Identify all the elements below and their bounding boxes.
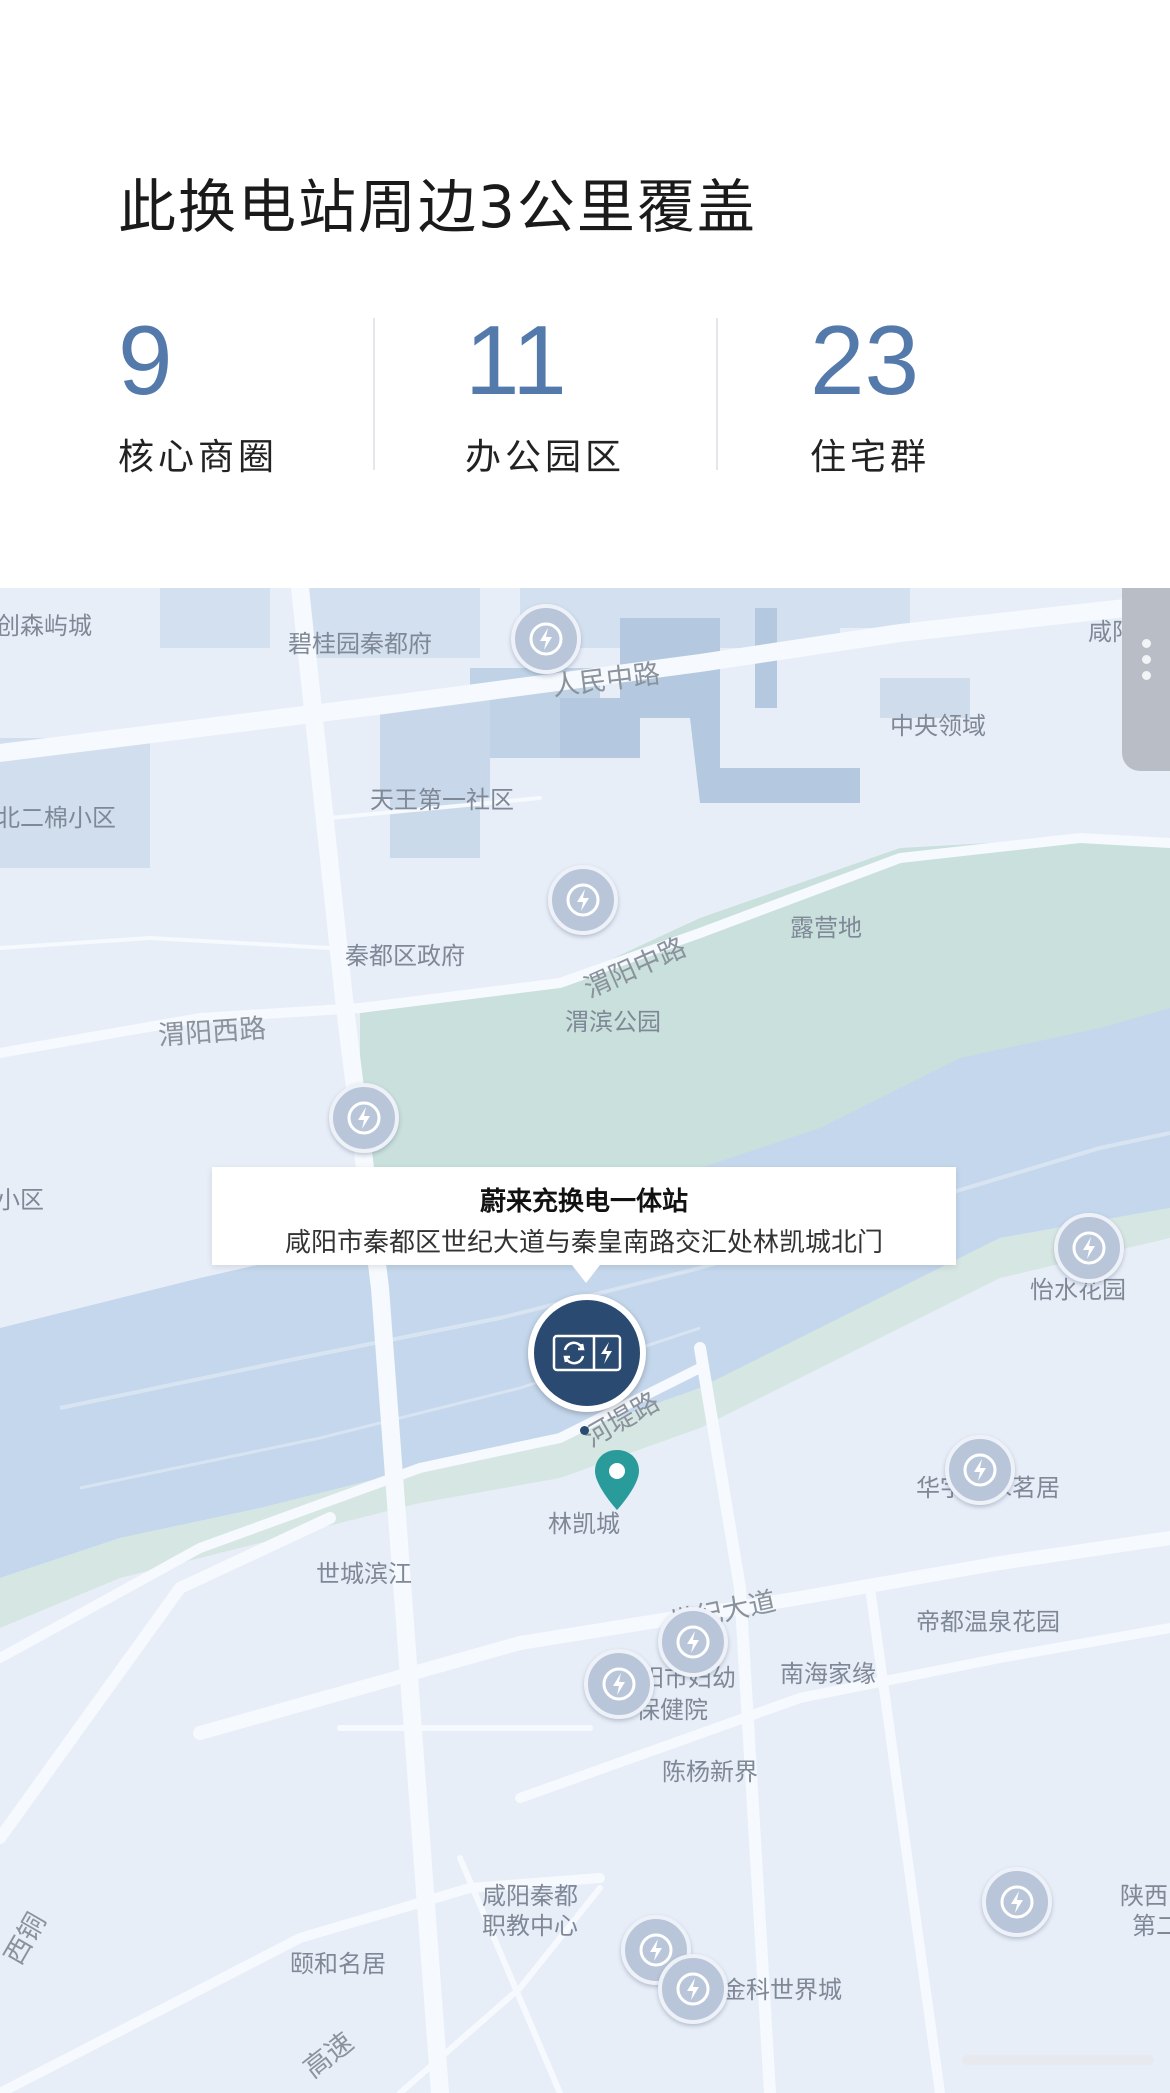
place-label: 中央领域 bbox=[890, 712, 986, 740]
location-pin-icon bbox=[595, 1450, 639, 1510]
battery-swap-icon[interactable] bbox=[528, 1294, 646, 1412]
place-label: 帝都温泉花园 bbox=[916, 1608, 1060, 1636]
road-label: 渭阳西路 bbox=[157, 1013, 268, 1052]
stat-label: 核心商圈 bbox=[118, 437, 279, 478]
stat-divider bbox=[373, 318, 375, 470]
charging-station-icon[interactable] bbox=[658, 1607, 728, 1677]
place-label: 第二 bbox=[1132, 1912, 1170, 1940]
more-vertical-icon[interactable] bbox=[1122, 588, 1170, 771]
stat-business-districts: 9 核心商圈 bbox=[118, 310, 278, 480]
charging-station-icon[interactable] bbox=[982, 1867, 1052, 1937]
place-label: 世城滨江 bbox=[316, 1560, 412, 1588]
stat-divider bbox=[716, 318, 718, 470]
charging-station-icon[interactable] bbox=[548, 865, 618, 935]
place-label: 南海家缘 bbox=[780, 1660, 876, 1688]
charging-station-icon[interactable] bbox=[584, 1649, 654, 1719]
charging-station-icon[interactable] bbox=[658, 1954, 728, 2024]
stat-label: 住宅群 bbox=[810, 437, 931, 478]
place-label: 小区 bbox=[0, 1186, 44, 1214]
stat-office-parks: 11 办公园区 bbox=[465, 310, 625, 480]
place-label: 秦都区政府 bbox=[345, 942, 465, 970]
station-popup[interactable]: 蔚来充换电一体站 咸阳市秦都区世纪大道与秦皇南路交汇处林凯城北门 bbox=[212, 1167, 956, 1283]
place-label: 碧桂园秦都府 bbox=[288, 630, 432, 658]
place-label: 露营地 bbox=[790, 914, 862, 942]
location-dot bbox=[580, 1426, 589, 1435]
charging-station-icon[interactable] bbox=[511, 604, 581, 674]
place-label: 创森屿城 bbox=[0, 612, 92, 640]
charging-station-icon[interactable] bbox=[945, 1435, 1015, 1505]
charging-station-icon[interactable] bbox=[1054, 1213, 1124, 1283]
charging-station-icon[interactable] bbox=[329, 1083, 399, 1153]
place-label: 陈杨新界 bbox=[662, 1758, 758, 1786]
page-title: 此换电站周边3公里覆盖 bbox=[118, 173, 757, 241]
coverage-header: 此换电站周边3公里覆盖 9 核心商圈 11 办公园区 23 住宅群 bbox=[0, 0, 1170, 588]
place-label: 天王第一社区 bbox=[370, 786, 514, 814]
place-label: 北二棉小区 bbox=[0, 804, 116, 832]
place-label: 渭滨公园 bbox=[565, 1008, 661, 1036]
place-label: 颐和名居 bbox=[290, 1950, 386, 1978]
place-label: 金科世界城 bbox=[722, 1976, 842, 2004]
stat-label: 办公园区 bbox=[465, 437, 626, 478]
stat-value: 9 bbox=[118, 305, 173, 415]
stat-value: 23 bbox=[810, 305, 920, 415]
home-indicator bbox=[962, 2055, 1154, 2065]
stat-value: 11 bbox=[465, 305, 567, 415]
place-label: 职教中心 bbox=[482, 1912, 578, 1940]
station-name: 蔚来充换电一体站 bbox=[479, 1187, 688, 1217]
station-address: 咸阳市秦都区世纪大道与秦皇南路交汇处林凯城北门 bbox=[284, 1228, 883, 1258]
stat-residential: 23 住宅群 bbox=[810, 310, 930, 480]
